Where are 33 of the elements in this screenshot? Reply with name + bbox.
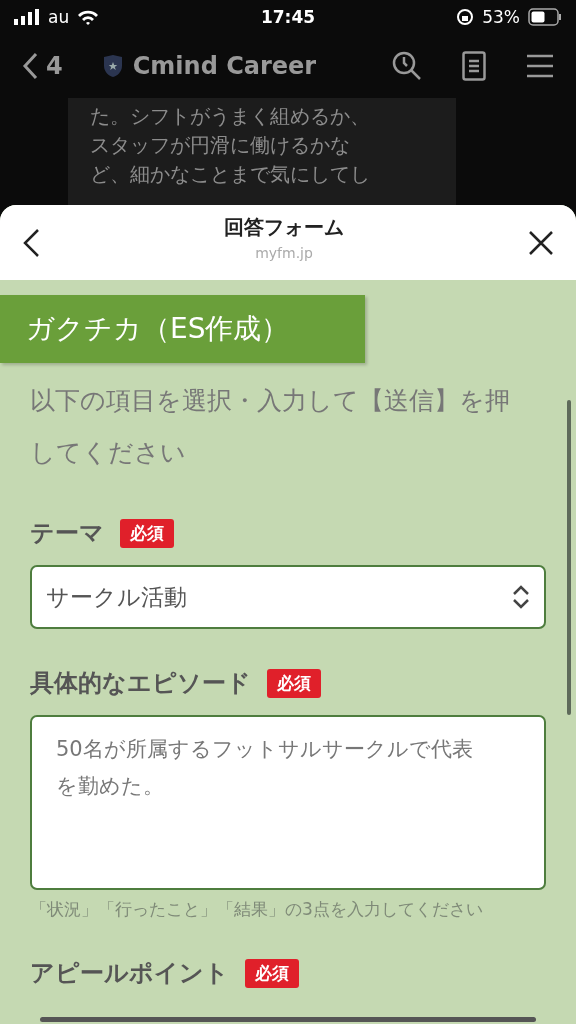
field-label: 具体的なエピソード	[30, 668, 251, 699]
required-badge: 必須	[120, 518, 174, 548]
notes-icon[interactable]	[462, 51, 486, 81]
required-badge: 必須	[245, 958, 299, 988]
battery-percent: 53%	[482, 7, 520, 27]
field-label: テーマ	[30, 518, 104, 549]
clock-time: 17:45	[260, 7, 316, 27]
episode-textarea[interactable]: 50名が所属するフットサルサークルで代表を勤めた。	[30, 715, 546, 890]
wifi-icon	[77, 9, 100, 25]
field-label: アピールポイント	[30, 958, 229, 989]
battery-icon	[528, 8, 562, 26]
carrier-label: au	[48, 7, 70, 27]
shield-icon	[102, 54, 123, 78]
domain-label: myfm.jp	[255, 245, 313, 261]
chevron-left-icon	[22, 52, 38, 80]
chat-title: Cmind Career	[132, 52, 318, 80]
back-button[interactable]: 4	[22, 52, 63, 80]
close-icon[interactable]	[528, 229, 554, 256]
signal-icon	[14, 9, 40, 25]
rotation-lock-icon	[456, 8, 475, 26]
chevron-icon	[512, 584, 530, 610]
instruction-text: 以下の項目を選択・入力して【送信】を押してください	[30, 385, 511, 469]
search-icon[interactable]	[392, 51, 422, 81]
sheet-title: 回答フォーム	[224, 214, 344, 241]
required-badge: 必須	[267, 668, 321, 698]
message-line: スタッフが円滑に働けるかな	[90, 132, 351, 159]
message-line: ど、細かなことまで気にしてし	[90, 161, 371, 188]
form-heading: ガクチカ（ES作成）	[0, 295, 365, 363]
message-line: た。シフトがうまく組めるか、	[90, 103, 371, 130]
theme-select[interactable]: サークル活動	[30, 565, 546, 629]
menu-icon[interactable]	[526, 54, 554, 78]
hint-text: 「状況」「行ったこと」「結果」の3点を入力してください	[30, 900, 484, 919]
back-icon[interactable]	[22, 227, 40, 258]
